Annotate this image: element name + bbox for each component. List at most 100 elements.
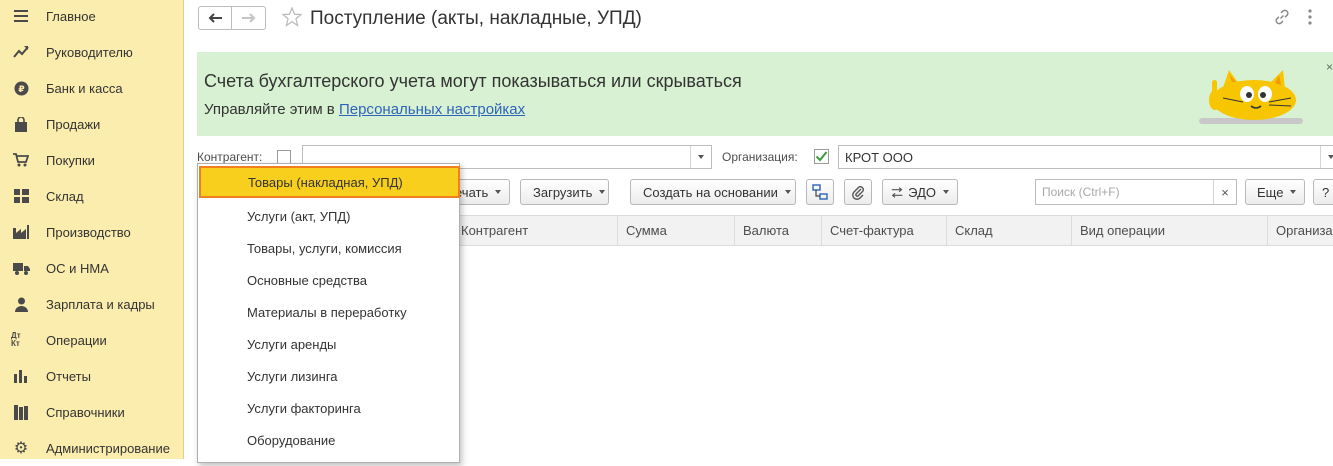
books-icon xyxy=(11,402,31,422)
sidebar-item-warehouse[interactable]: Склад xyxy=(0,178,184,214)
column-header-currency[interactable]: Валюта xyxy=(734,216,821,245)
sidebar-item-label: Покупки xyxy=(46,152,95,168)
warehouse-icon xyxy=(11,186,31,206)
menu-item-services[interactable]: Услуги (акт, УПД) xyxy=(198,200,459,232)
menu-item-label: Оборудование xyxy=(247,432,336,448)
sidebar-item-purchases[interactable]: Покупки xyxy=(0,142,184,178)
banner-title: Счета бухгалтерского учета могут показыв… xyxy=(204,71,742,91)
checkmark-icon xyxy=(814,149,829,164)
banner-close-button[interactable]: × xyxy=(1326,60,1333,74)
sidebar-item-operations[interactable]: Дт Кт Операции xyxy=(0,322,184,358)
structure-button[interactable] xyxy=(806,179,834,205)
cat-mascot-icon xyxy=(1199,70,1303,124)
create-based-on-label: Создать на основании xyxy=(643,184,778,200)
help-button-label: ? xyxy=(1322,184,1330,200)
menu-item-equipment[interactable]: Оборудование xyxy=(198,424,459,456)
shopping-bag-icon xyxy=(11,114,31,134)
organization-label: Организация: xyxy=(722,150,798,164)
dt-kt-icon: Дт Кт xyxy=(11,331,21,348)
info-banner: Счета бухгалтерского учета могут показыв… xyxy=(197,52,1333,136)
menu-icon xyxy=(11,6,31,26)
sidebar-item-references[interactable]: Справочники xyxy=(0,394,184,430)
menu-item-goods-services-commission[interactable]: Товары, услуги, комиссия xyxy=(198,232,459,264)
document-structure-icon xyxy=(812,184,828,200)
attach-button[interactable] xyxy=(844,179,872,205)
factory-icon xyxy=(11,222,31,242)
personal-settings-link[interactable]: Персональных настройках xyxy=(339,101,525,118)
menu-item-leasing-services[interactable]: Услуги лизинга xyxy=(198,360,459,392)
chevron-down-icon xyxy=(495,190,502,194)
menu-item-label: Товары, услуги, комиссия xyxy=(247,240,402,256)
sidebar-item-bank[interactable]: ₽ Банк и касса xyxy=(0,70,184,106)
organization-field[interactable]: КРОТ ООО xyxy=(838,145,1333,169)
menu-item-fixed-assets[interactable]: Основные средства xyxy=(198,264,459,296)
menu-item-goods[interactable]: Товары (накладная, УПД) xyxy=(199,166,460,198)
sidebar-item-label: Склад xyxy=(46,188,84,204)
help-button[interactable]: ? xyxy=(1313,179,1333,205)
sidebar-item-label: Справочники xyxy=(46,404,125,420)
arrow-right-icon xyxy=(241,13,255,23)
sidebar-item-fixed-assets[interactable]: ОС и НМА xyxy=(0,250,184,286)
organization-value: КРОТ ООО xyxy=(845,150,913,165)
banner-subtitle: Управляйте этим в Персональных настройка… xyxy=(204,101,525,118)
column-header-organization[interactable]: Организа xyxy=(1267,216,1333,245)
back-button[interactable] xyxy=(198,6,232,30)
arrow-left-icon xyxy=(208,13,222,23)
load-button[interactable]: Загрузить xyxy=(520,179,609,205)
column-header-amount[interactable]: Сумма xyxy=(617,216,734,245)
sidebar-item-production[interactable]: Производство xyxy=(0,214,184,250)
sidebar-item-main[interactable]: Главное xyxy=(0,0,184,34)
sidebar-item-label: ОС и НМА xyxy=(46,260,109,276)
search-clear-button[interactable]: × xyxy=(1213,180,1236,204)
menu-item-materials-processing[interactable]: Материалы в переработку xyxy=(198,296,459,328)
sidebar: Главное Руководителю ₽ Банк и касса Прод… xyxy=(0,0,184,459)
create-based-on-button[interactable]: Создать на основании xyxy=(630,179,796,205)
more-vertical-icon[interactable] xyxy=(1306,8,1314,26)
create-document-menu: Товары (накладная, УПД) Услуги (акт, УПД… xyxy=(197,163,460,463)
chevron-down-icon xyxy=(943,190,949,194)
more-button[interactable]: Еще xyxy=(1245,179,1305,205)
menu-item-label: Материалы в переработку xyxy=(247,304,407,320)
organization-checkbox[interactable] xyxy=(814,149,829,164)
cart-icon xyxy=(11,150,31,170)
menu-item-label: Услуги аренды xyxy=(247,336,337,352)
sidebar-item-label: Банк и касса xyxy=(46,80,123,96)
column-header-invoice[interactable]: Счет-фактура xyxy=(821,216,946,245)
sidebar-item-manager[interactable]: Руководителю xyxy=(0,34,184,70)
column-header-warehouse[interactable]: Склад xyxy=(946,216,1071,245)
chevron-down-icon xyxy=(599,190,606,194)
menu-item-label: Основные средства xyxy=(247,272,367,288)
menu-item-label: Услуги лизинга xyxy=(247,368,338,384)
sidebar-item-sales[interactable]: Продажи xyxy=(0,106,184,142)
svg-text:₽: ₽ xyxy=(18,85,24,95)
counterparty-checkbox[interactable] xyxy=(277,150,291,164)
bar-chart-icon xyxy=(11,366,31,386)
sidebar-item-reports[interactable]: Отчеты xyxy=(0,358,184,394)
sidebar-item-salary[interactable]: Зарплата и кадры xyxy=(0,286,184,322)
sidebar-item-label: Продажи xyxy=(46,116,101,132)
menu-item-rental-services[interactable]: Услуги аренды xyxy=(198,328,459,360)
search-field[interactable]: × xyxy=(1035,179,1237,205)
counterparty-label: Контрагент: xyxy=(197,150,263,164)
menu-item-factoring-services[interactable]: Услуги факторинга xyxy=(198,392,459,424)
search-input[interactable] xyxy=(1036,180,1214,204)
edo-button[interactable]: ЭДО xyxy=(882,179,958,205)
column-header-counterparty[interactable]: Контрагент xyxy=(453,216,617,245)
edo-exchange-icon xyxy=(891,186,903,198)
organization-dropdown-button[interactable] xyxy=(1320,146,1333,168)
chevron-down-icon xyxy=(1328,155,1333,159)
more-button-label: Еще xyxy=(1257,184,1284,200)
favorite-star-icon[interactable] xyxy=(282,7,302,27)
forward-button[interactable] xyxy=(232,6,266,30)
chart-up-icon xyxy=(11,42,31,62)
sidebar-item-label: Администрирование xyxy=(46,440,170,456)
column-header-operation-type[interactable]: Вид операции xyxy=(1071,216,1267,245)
sidebar-item-label: Отчеты xyxy=(46,368,91,384)
sidebar-item-admin[interactable]: ⚙ Администрирование xyxy=(0,430,184,466)
counterparty-dropdown-button[interactable] xyxy=(690,146,711,168)
menu-item-label: Услуги (акт, УПД) xyxy=(247,208,351,224)
banner-subtitle-text: Управляйте этим в xyxy=(204,101,339,118)
edo-button-label: ЭДО xyxy=(908,184,936,200)
link-icon[interactable] xyxy=(1274,9,1290,25)
page-title: Поступление (акты, накладные, УПД) xyxy=(310,8,642,29)
